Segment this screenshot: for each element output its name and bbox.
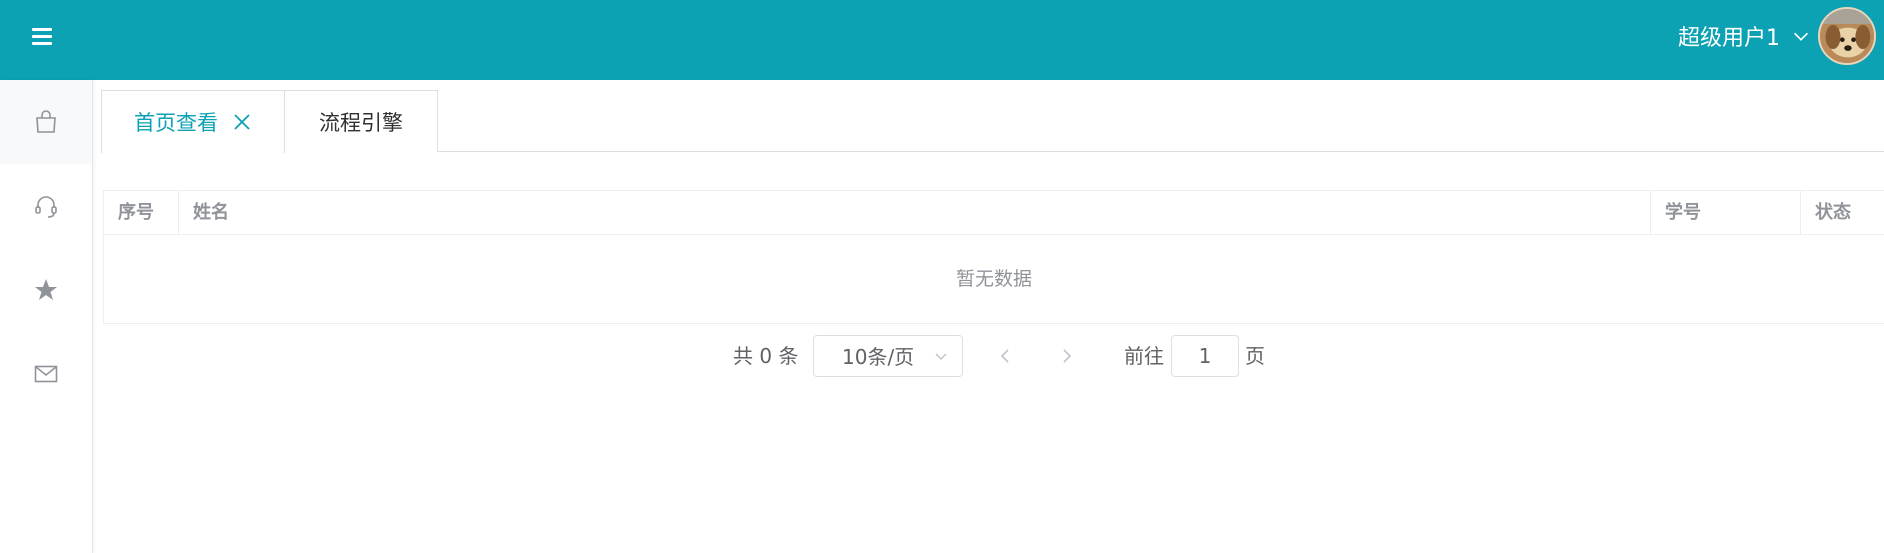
column-header-name[interactable]: 姓名 [179, 191, 1651, 234]
avatar[interactable] [1818, 7, 1876, 65]
close-icon[interactable] [232, 112, 252, 132]
tab-label: 流程引擎 [319, 110, 403, 135]
page-size-value: 10条/页 [842, 345, 915, 369]
tab-label: 首页查看 [134, 111, 218, 135]
headset-icon [35, 196, 57, 218]
sidebar-item-messages[interactable] [0, 332, 92, 416]
username: 超级用户1 [1678, 26, 1780, 51]
table-header: 序号 姓名 学号 状态 [104, 191, 1884, 235]
star-icon [35, 279, 57, 300]
user-menu[interactable]: 超级用户1 [1678, 6, 1876, 66]
column-header-index[interactable]: 序号 [104, 191, 179, 234]
tab-home[interactable]: 首页查看 [101, 90, 285, 153]
sidebar [0, 80, 93, 553]
page-suffix: 页 [1245, 344, 1265, 368]
next-page-button[interactable] [1052, 335, 1082, 377]
sidebar-item-shop[interactable] [0, 80, 92, 164]
page-size-select[interactable]: 10条/页 [813, 335, 963, 377]
empty-state: 暂无数据 [955, 268, 1032, 290]
chevron-left-icon [1000, 349, 1009, 363]
tab-workflow-engine[interactable]: 流程引擎 [284, 90, 438, 152]
hamburger-icon[interactable] [32, 28, 52, 46]
shopping-bag-icon [36, 110, 56, 133]
prev-page-button[interactable] [990, 335, 1020, 377]
total-count: 共 0 条 [733, 344, 799, 368]
goto-label: 前往 [1124, 344, 1164, 368]
column-header-student-id[interactable]: 学号 [1651, 191, 1801, 234]
mail-icon [34, 365, 58, 383]
column-header-status[interactable]: 状态 [1801, 191, 1884, 234]
top-bar: 超级用户1 [0, 0, 1884, 80]
page-number-input[interactable] [1171, 335, 1239, 377]
chevron-down-icon [935, 353, 947, 361]
sidebar-item-support[interactable] [0, 164, 92, 248]
data-table: 序号 姓名 学号 状态 暂无数据 [103, 190, 1884, 324]
chevron-down-icon [1793, 32, 1809, 41]
main-content: 首页查看 流程引擎 序号 姓名 学号 状态 暂无数据 共 0 条 10条/页 前… [93, 80, 1884, 553]
chevron-right-icon [1063, 349, 1072, 363]
sidebar-item-favorites[interactable] [0, 248, 92, 332]
tab-bar: 首页查看 流程引擎 [101, 90, 1884, 153]
